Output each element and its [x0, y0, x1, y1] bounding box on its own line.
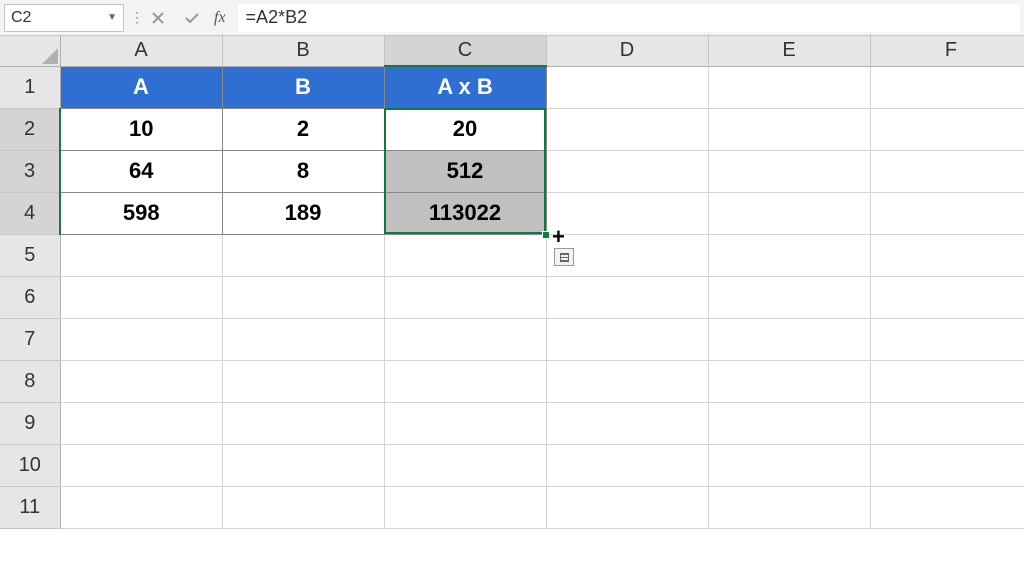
col-header-a[interactable]: A — [60, 36, 222, 66]
cell-c6[interactable] — [384, 276, 546, 318]
cell-c11[interactable] — [384, 486, 546, 528]
separator: ⋮ — [130, 9, 138, 26]
cell-a7[interactable] — [60, 318, 222, 360]
cell-d3[interactable] — [546, 150, 708, 192]
spreadsheet-grid[interactable]: A B C D E F 1 A B A x B 2 10 2 20 3 64 8… — [0, 36, 1024, 529]
cell-d1[interactable] — [546, 66, 708, 108]
formula-bar: C2 ▼ ⋮ fx =A2*B2 — [0, 0, 1024, 36]
name-box[interactable]: C2 ▼ — [4, 4, 124, 32]
cell-b1[interactable]: B — [222, 66, 384, 108]
cell-b10[interactable] — [222, 444, 384, 486]
col-header-e[interactable]: E — [708, 36, 870, 66]
cell-a2[interactable]: 10 — [60, 108, 222, 150]
row-header-5[interactable]: 5 — [0, 234, 60, 276]
cell-e5[interactable] — [708, 234, 870, 276]
cell-f9[interactable] — [870, 402, 1024, 444]
cell-c4[interactable]: 113022 — [384, 192, 546, 234]
cell-b8[interactable] — [222, 360, 384, 402]
fill-handle[interactable] — [542, 231, 550, 239]
check-icon — [184, 11, 200, 25]
cell-b3[interactable]: 8 — [222, 150, 384, 192]
cell-b5[interactable] — [222, 234, 384, 276]
row-header-10[interactable]: 10 — [0, 444, 60, 486]
cell-a3[interactable]: 64 — [60, 150, 222, 192]
row-header-2[interactable]: 2 — [0, 108, 60, 150]
cell-b4[interactable]: 189 — [222, 192, 384, 234]
row-header-8[interactable]: 8 — [0, 360, 60, 402]
cell-d9[interactable] — [546, 402, 708, 444]
cell-c1[interactable]: A x B — [384, 66, 546, 108]
row-header-7[interactable]: 7 — [0, 318, 60, 360]
cell-e2[interactable] — [708, 108, 870, 150]
col-header-d[interactable]: D — [546, 36, 708, 66]
cell-f2[interactable] — [870, 108, 1024, 150]
cell-e11[interactable] — [708, 486, 870, 528]
cell-a8[interactable] — [60, 360, 222, 402]
row-header-3[interactable]: 3 — [0, 150, 60, 192]
cell-e10[interactable] — [708, 444, 870, 486]
cell-b9[interactable] — [222, 402, 384, 444]
cell-f1[interactable] — [870, 66, 1024, 108]
cell-a11[interactable] — [60, 486, 222, 528]
row-header-11[interactable]: 11 — [0, 486, 60, 528]
row-header-6[interactable]: 6 — [0, 276, 60, 318]
formula-input[interactable]: =A2*B2 — [238, 4, 1020, 32]
cell-d2[interactable] — [546, 108, 708, 150]
row-header-9[interactable]: 9 — [0, 402, 60, 444]
confirm-formula-button[interactable] — [178, 4, 206, 32]
cell-f10[interactable] — [870, 444, 1024, 486]
cell-b7[interactable] — [222, 318, 384, 360]
autofill-options-button[interactable] — [554, 248, 574, 266]
col-header-b[interactable]: B — [222, 36, 384, 66]
cancel-formula-button[interactable] — [144, 4, 172, 32]
row-header-4[interactable]: 4 — [0, 192, 60, 234]
cell-c8[interactable] — [384, 360, 546, 402]
cell-e9[interactable] — [708, 402, 870, 444]
cell-f6[interactable] — [870, 276, 1024, 318]
cell-b6[interactable] — [222, 276, 384, 318]
cell-d8[interactable] — [546, 360, 708, 402]
cell-a6[interactable] — [60, 276, 222, 318]
close-icon — [151, 11, 165, 25]
cell-c7[interactable] — [384, 318, 546, 360]
cell-b11[interactable] — [222, 486, 384, 528]
cell-f4[interactable] — [870, 192, 1024, 234]
chevron-down-icon[interactable]: ▼ — [107, 12, 117, 23]
cell-e7[interactable] — [708, 318, 870, 360]
cell-e8[interactable] — [708, 360, 870, 402]
cell-c9[interactable] — [384, 402, 546, 444]
cell-d6[interactable] — [546, 276, 708, 318]
col-header-f[interactable]: F — [870, 36, 1024, 66]
cell-c3[interactable]: 512 — [384, 150, 546, 192]
cell-e6[interactable] — [708, 276, 870, 318]
cell-a4[interactable]: 598 — [60, 192, 222, 234]
cell-c10[interactable] — [384, 444, 546, 486]
cell-f8[interactable] — [870, 360, 1024, 402]
cell-d7[interactable] — [546, 318, 708, 360]
cell-d11[interactable] — [546, 486, 708, 528]
cell-e3[interactable] — [708, 150, 870, 192]
cell-a10[interactable] — [60, 444, 222, 486]
fx-label[interactable]: fx — [212, 9, 232, 27]
cell-d10[interactable] — [546, 444, 708, 486]
cell-f11[interactable] — [870, 486, 1024, 528]
cell-f3[interactable] — [870, 150, 1024, 192]
sheet-area: A B C D E F 1 A B A x B 2 10 2 20 3 64 8… — [0, 36, 1024, 576]
cell-c2[interactable]: 20 — [384, 108, 546, 150]
formula-text: =A2*B2 — [246, 7, 308, 28]
cell-f7[interactable] — [870, 318, 1024, 360]
cell-e1[interactable] — [708, 66, 870, 108]
cell-a9[interactable] — [60, 402, 222, 444]
cell-f5[interactable] — [870, 234, 1024, 276]
row-header-1[interactable]: 1 — [0, 66, 60, 108]
cell-b2[interactable]: 2 — [222, 108, 384, 150]
cell-e4[interactable] — [708, 192, 870, 234]
select-all-corner[interactable] — [0, 36, 60, 66]
col-header-c[interactable]: C — [384, 36, 546, 66]
cell-a1[interactable]: A — [60, 66, 222, 108]
cell-a5[interactable] — [60, 234, 222, 276]
cell-c5[interactable] — [384, 234, 546, 276]
cell-d4[interactable] — [546, 192, 708, 234]
name-box-value: C2 — [11, 9, 107, 27]
